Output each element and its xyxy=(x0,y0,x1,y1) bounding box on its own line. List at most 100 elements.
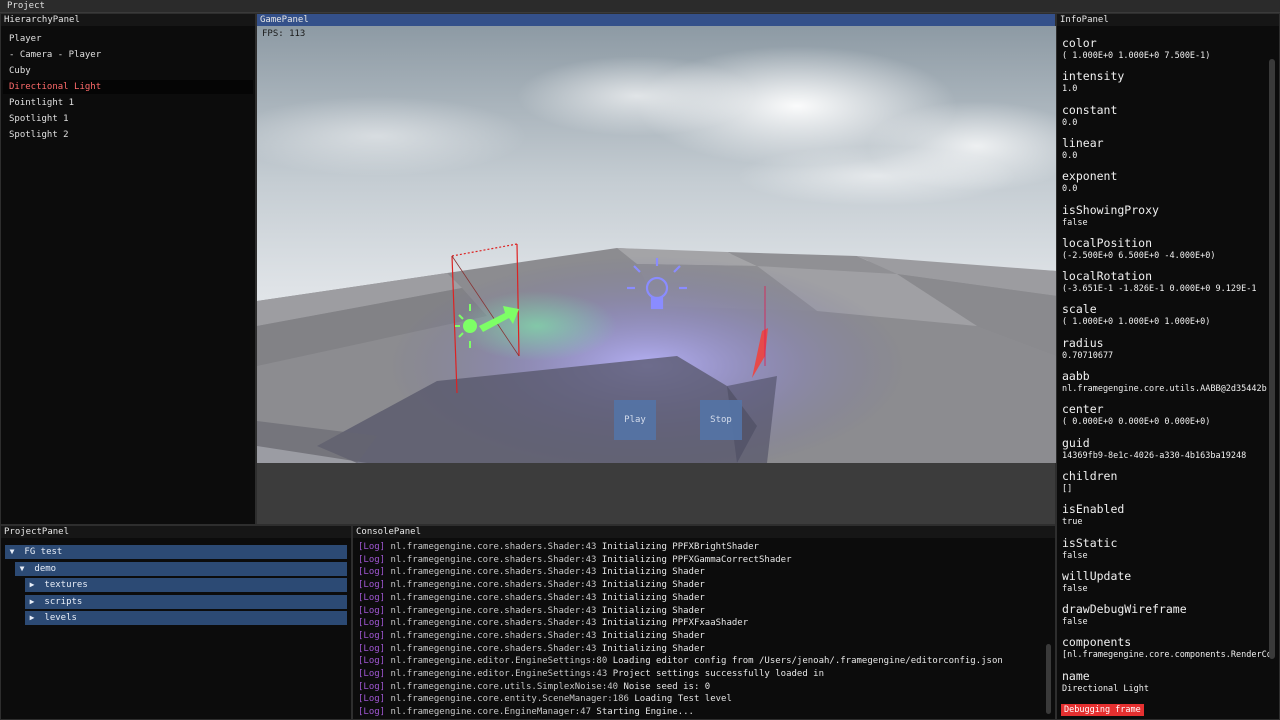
hierarchy-panel-title: HierarchyPanel xyxy=(1,14,255,26)
property-key: center xyxy=(1062,402,1104,417)
console-log-line: [Log] nl.framegengine.core.shaders.Shade… xyxy=(358,579,705,592)
property-key: color xyxy=(1062,36,1097,50)
log-source: nl.framegengine.core.utils.SimplexNoise:… xyxy=(390,681,619,692)
log-message: Initializing Shader xyxy=(601,592,705,603)
log-level-tag: [Log] xyxy=(358,542,386,552)
property-value: ( 0.000E+0 0.000E+0 0.000E+0) xyxy=(1062,417,1211,428)
log-level-tag: [Log] xyxy=(358,643,386,654)
property-key: constant xyxy=(1062,102,1118,117)
property-value: false xyxy=(1062,217,1088,228)
property-value: (-3.651E-1 -1.826E-1 0.000E+0 9.129E-1 xyxy=(1062,284,1257,295)
log-message: Initializing PPFXGammaCorrectShader xyxy=(601,554,792,565)
property-key: drawDebugWireframe xyxy=(1062,602,1187,617)
log-level-tag: [Log] xyxy=(358,681,386,692)
log-level-tag: [Log] xyxy=(358,605,386,616)
property-key: localRotation xyxy=(1062,269,1153,284)
fps-counter: FPS: 113 xyxy=(262,29,306,39)
log-level-tag: [Log] xyxy=(358,630,386,641)
log-message: Initializing PPFXBrightShader xyxy=(601,542,759,552)
log-message: Initializing Shader xyxy=(601,643,705,654)
console-panel-title: ConsolePanel xyxy=(353,526,1055,538)
tree-node-label: scripts xyxy=(44,596,83,607)
console-log-line: [Log] nl.framegengine.core.shaders.Shade… xyxy=(358,643,705,656)
property-key: linear xyxy=(1062,135,1104,150)
property-key: name xyxy=(1062,668,1090,683)
tree-node-textures[interactable]: ▶ textures xyxy=(25,578,347,593)
tree-node-label: textures xyxy=(44,580,88,591)
caret-right-icon[interactable]: ▶ xyxy=(25,578,39,592)
tree-node-levels[interactable]: ▶ levels xyxy=(25,611,347,626)
console-log-line: [Log] nl.framegengine.core.EngineManager… xyxy=(358,706,694,719)
property-value: false xyxy=(1062,617,1088,628)
property-value: 0.0 xyxy=(1062,184,1078,195)
property-value: nl.framegengine.core.utils.AABB@2d35442b xyxy=(1062,384,1267,394)
game-viewport[interactable]: FPS: 113 Play Stop xyxy=(257,26,1057,463)
caret-down-icon[interactable]: ▼ xyxy=(15,562,29,576)
tree-node-demo[interactable]: ▼ demo xyxy=(15,561,347,576)
scene-render xyxy=(257,26,1057,463)
log-message: Starting Engine... xyxy=(596,707,694,718)
property-value: Directional Light xyxy=(1062,683,1149,694)
hierarchy-item[interactable]: Spotlight 1 xyxy=(9,112,69,126)
log-source: nl.framegengine.core.shaders.Shader:43 xyxy=(390,580,597,591)
log-message: Project settings successfully loaded in xyxy=(612,669,825,679)
hierarchy-item[interactable]: Pointlight 1 xyxy=(9,96,74,110)
project-menu[interactable]: Project xyxy=(7,1,45,11)
log-level-tag: [Log] xyxy=(358,580,386,591)
hierarchy-item[interactable]: Cuby xyxy=(9,64,31,78)
stop-button[interactable]: Stop xyxy=(700,400,742,440)
log-message: Initializing PPFXFxaaShader xyxy=(601,618,749,629)
log-message: Noise seed is: 0 xyxy=(623,681,711,692)
project-panel-title: ProjectPanel xyxy=(1,526,351,538)
property-key: children xyxy=(1062,468,1118,483)
log-message: Initializing Shader xyxy=(601,580,705,591)
log-message: Initializing Shader xyxy=(601,630,705,641)
console-scrollbar[interactable] xyxy=(1046,644,1051,714)
hierarchy-item[interactable]: Spotlight 2 xyxy=(9,128,69,142)
property-value: (-2.500E+0 6.500E+0 -4.000E+0) xyxy=(1062,250,1216,261)
info-scrollbar[interactable] xyxy=(1269,59,1275,659)
console-log-line: [Log] nl.framegengine.core.shaders.Shade… xyxy=(358,541,759,554)
property-value: 0.0 xyxy=(1062,117,1078,128)
hierarchy-item[interactable]: - Camera - Player xyxy=(9,48,101,62)
log-source: nl.framegengine.core.shaders.Shader:43 xyxy=(390,605,597,616)
log-source: nl.framegengine.core.shaders.Shader:43 xyxy=(390,643,597,654)
hierarchy-item[interactable]: Player xyxy=(9,32,42,46)
log-message: Initializing Shader xyxy=(601,567,705,578)
console-log-line: [Log] nl.framegengine.core.shaders.Shade… xyxy=(358,566,705,579)
log-source: nl.framegengine.core.shaders.Shader:43 xyxy=(390,592,597,603)
caret-right-icon[interactable]: ▶ xyxy=(25,611,39,625)
tree-node-label: FG test xyxy=(24,547,63,557)
property-key: isShowingProxy xyxy=(1062,202,1159,217)
hierarchy-item[interactable]: Directional Light xyxy=(9,80,101,94)
hierarchy-panel: HierarchyPanel Player - Camera - Player Cu… xyxy=(0,13,256,525)
property-key: radius xyxy=(1062,335,1104,350)
console-panel: ConsolePanel [Log] nl.framegengine.core.… xyxy=(352,525,1056,720)
log-level-tag: [Log] xyxy=(358,554,386,565)
log-source: nl.framegengine.core.entity.SceneManager… xyxy=(390,694,629,705)
caret-down-icon[interactable]: ▼ xyxy=(5,545,19,559)
tree-node-fg-test[interactable]: ▼ FG test xyxy=(5,545,347,559)
log-source: nl.framegengine.core.shaders.Shader:43 xyxy=(390,618,597,629)
tree-node-label: demo xyxy=(34,563,57,574)
property-key: scale xyxy=(1062,302,1097,317)
property-value: ( 1.000E+0 1.000E+0 1.000E+0) xyxy=(1062,317,1211,328)
console-log-line: [Log] nl.framegengine.core.shaders.Shade… xyxy=(358,554,792,567)
property-key: exponent xyxy=(1062,169,1118,184)
play-button[interactable]: Play xyxy=(614,400,656,440)
log-source: nl.framegengine.core.shaders.Shader:43 xyxy=(390,542,597,552)
log-source: nl.framegengine.editor.EngineSettings:80 xyxy=(390,656,608,667)
property-key: isEnabled xyxy=(1062,502,1125,517)
property-value: false xyxy=(1062,583,1088,594)
project-panel: ProjectPanel ▼ FG test ▼ demo ▶ textures ▶ … xyxy=(0,525,352,720)
console-log-line: [Log] nl.framegengine.core.shaders.Shade… xyxy=(358,630,705,643)
caret-right-icon[interactable]: ▶ xyxy=(25,595,39,609)
info-panel: InfoPanel color( 1.000E+0 1.000E+0 7.500… xyxy=(1056,13,1280,720)
menu-bar: Project xyxy=(0,0,1280,13)
property-key: components xyxy=(1062,635,1132,650)
console-log-line: [Log] nl.framegengine.core.shaders.Shade… xyxy=(358,592,705,605)
property-value: 1.0 xyxy=(1062,84,1078,95)
log-message: Loading editor config from /Users/jenoah… xyxy=(612,656,1003,667)
tree-node-scripts[interactable]: ▶ scripts xyxy=(25,594,347,609)
property-key: aabb xyxy=(1062,369,1090,383)
